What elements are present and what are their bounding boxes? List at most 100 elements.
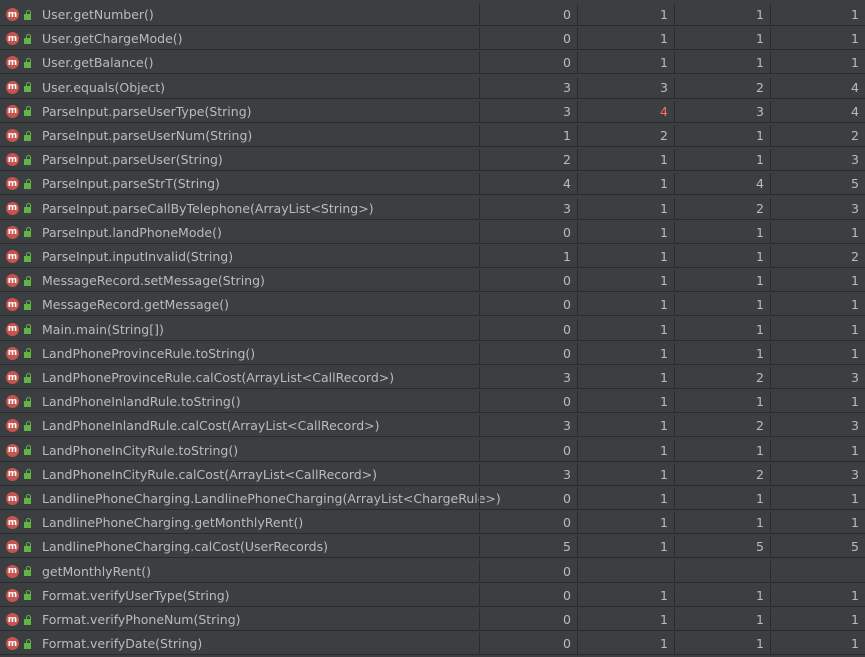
public-lock-icon bbox=[23, 445, 32, 456]
table-row[interactable]: m User.getBalance() 0 1 1 1 bbox=[0, 51, 865, 75]
public-lock-icon bbox=[23, 251, 32, 262]
table-row[interactable]: m LandlinePhoneCharging.calCost(UserRecor… bbox=[0, 535, 865, 559]
table-row[interactable]: m ParseInput.parseStrT(String) 4 1 4 5 bbox=[0, 172, 865, 196]
metric-value: 1 bbox=[674, 246, 770, 269]
metric-value: 1 bbox=[577, 512, 674, 535]
metric-value: 1 bbox=[770, 633, 865, 656]
public-lock-icon bbox=[23, 372, 32, 383]
method-name: ParseInput.parseUserNum(String) bbox=[42, 128, 253, 144]
metric-value: 1 bbox=[577, 246, 674, 269]
metric-value: 3 bbox=[479, 367, 577, 390]
table-row[interactable]: m User.getNumber() 0 1 1 1 bbox=[0, 3, 865, 27]
method-cell: m LandlinePhoneCharging.LandlinePhoneChar… bbox=[0, 488, 501, 511]
table-row[interactable]: m ParseInput.inputInvalid(String) 1 1 1 2 bbox=[0, 245, 865, 269]
method-name: LandPhoneInlandRule.calCost(ArrayList<Ca… bbox=[42, 418, 380, 434]
metric-value: 1 bbox=[770, 28, 865, 51]
metric-value: 1 bbox=[674, 28, 770, 51]
metric-value: 1 bbox=[577, 270, 674, 293]
method-icon: m bbox=[6, 371, 19, 385]
method-name: User.equals(Object) bbox=[42, 79, 165, 95]
table-row[interactable]: m Main.main(String[]) 0 1 1 1 bbox=[0, 318, 865, 342]
metric-value: 0 bbox=[479, 221, 577, 244]
table-row[interactable]: m MessageRecord.getMessage() 0 1 1 1 bbox=[0, 293, 865, 317]
public-lock-icon bbox=[23, 614, 32, 625]
public-lock-icon bbox=[23, 82, 32, 93]
table-row[interactable]: m LandPhoneInCityRule.toString() 0 1 1 1 bbox=[0, 439, 865, 463]
method-name: ParseInput.parseStrT(String) bbox=[42, 176, 220, 192]
method-icon: m bbox=[6, 129, 19, 143]
metric-value: 1 bbox=[577, 488, 674, 511]
metric-value: 2 bbox=[674, 197, 770, 220]
method-cell: m LandlinePhoneCharging.getMonthlyRent() bbox=[0, 512, 479, 535]
metric-value: 1 bbox=[674, 391, 770, 414]
table-row[interactable]: m Format.verifyUserType(String) 0 1 1 1 bbox=[0, 584, 865, 608]
table-row[interactable]: m Format.verifyDate(String) 0 1 1 1 bbox=[0, 632, 865, 656]
method-icon: m bbox=[6, 540, 19, 554]
table-row[interactable]: m LandPhoneInlandRule.calCost(ArrayList<C… bbox=[0, 414, 865, 438]
metric-value: 3 bbox=[479, 100, 577, 123]
table-row[interactable]: m ParseInput.parseCallByTelephone(ArrayLi… bbox=[0, 197, 865, 221]
metric-value: 3 bbox=[770, 149, 865, 172]
public-lock-icon bbox=[23, 517, 32, 528]
metric-value: 2 bbox=[674, 415, 770, 438]
method-name: ParseInput.landPhoneMode() bbox=[42, 224, 222, 240]
table-row[interactable]: m LandPhoneProvinceRule.calCost(ArrayList… bbox=[0, 366, 865, 390]
table-row[interactable]: m ParseInput.landPhoneMode() 0 1 1 1 bbox=[0, 221, 865, 245]
method-name: LandlinePhoneCharging.getMonthlyRent() bbox=[42, 515, 304, 531]
method-cell: m getMonthlyRent() bbox=[0, 561, 479, 583]
table-row[interactable]: m ParseInput.parseUserNum(String) 1 2 1 2 bbox=[0, 124, 865, 148]
public-lock-icon bbox=[23, 396, 32, 407]
metric-value: 2 bbox=[479, 149, 577, 172]
method-cell: m ParseInput.parseCallByTelephone(ArrayLi… bbox=[0, 198, 479, 220]
table-row[interactable]: m ParseInput.parseUser(String) 2 1 1 3 bbox=[0, 148, 865, 172]
metric-value: 1 bbox=[577, 173, 674, 196]
metric-value: 1 bbox=[770, 270, 865, 293]
method-icon: m bbox=[6, 104, 19, 118]
table-row[interactable]: m User.equals(Object) 3 3 2 4 bbox=[0, 76, 865, 100]
method-icon: m bbox=[6, 298, 19, 312]
table-row[interactable]: m LandPhoneProvinceRule.toString() 0 1 1 1 bbox=[0, 342, 865, 366]
public-lock-icon bbox=[23, 324, 32, 335]
public-lock-icon bbox=[23, 33, 32, 44]
table-row[interactable]: m Format.verifyPhoneNum(String) 0 1 1 1 bbox=[0, 608, 865, 632]
metric-value: 4 bbox=[674, 173, 770, 196]
table-row[interactable]: m LandPhoneInlandRule.toString() 0 1 1 1 bbox=[0, 390, 865, 414]
table-row[interactable]: m LandlinePhoneCharging.getMonthlyRent() 0… bbox=[0, 511, 865, 535]
method-name: LandlinePhoneCharging.LandlinePhoneCharg… bbox=[42, 491, 501, 507]
method-icon: m bbox=[6, 443, 19, 457]
metric-value: 3 bbox=[479, 76, 577, 99]
metric-value: 1 bbox=[770, 318, 865, 341]
table-row[interactable]: m LandPhoneInCityRule.calCost(ArrayList<C… bbox=[0, 463, 865, 487]
method-name: Format.verifyDate(String) bbox=[42, 636, 203, 652]
method-icon: m bbox=[6, 32, 19, 46]
method-cell: m ParseInput.parseUser(String) bbox=[0, 149, 479, 172]
method-icon: m bbox=[6, 395, 19, 409]
metric-value: 1 bbox=[577, 28, 674, 51]
method-icon: m bbox=[6, 516, 19, 530]
metric-value: 2 bbox=[674, 367, 770, 390]
table-row[interactable]: m getMonthlyRent() 0 bbox=[0, 560, 865, 584]
method-name: LandlinePhoneCharging.calCost(UserRecord… bbox=[42, 539, 328, 555]
method-name: User.getBalance() bbox=[42, 55, 154, 71]
metric-value: 3 bbox=[674, 100, 770, 123]
method-cell: m LandPhoneProvinceRule.toString() bbox=[0, 343, 479, 365]
metric-value: 1 bbox=[674, 270, 770, 293]
public-lock-icon bbox=[23, 566, 32, 577]
method-name: getMonthlyRent() bbox=[42, 563, 151, 579]
metric-value: 1 bbox=[674, 584, 770, 607]
table-row[interactable]: m MessageRecord.setMessage(String) 0 1 1 1 bbox=[0, 269, 865, 293]
metric-value: 0 bbox=[479, 318, 577, 341]
table-row[interactable]: m User.getChargeMode() 0 1 1 1 bbox=[0, 27, 865, 51]
method-name: ParseInput.inputInvalid(String) bbox=[42, 249, 234, 265]
metric-value: 0 bbox=[479, 28, 577, 51]
method-icon: m bbox=[6, 201, 19, 215]
metric-value: 3 bbox=[479, 463, 577, 486]
table-row[interactable]: m ParseInput.parseUserType(String) 3 4 3 4 bbox=[0, 100, 865, 124]
method-icon: m bbox=[6, 467, 19, 481]
metric-value: 1 bbox=[577, 52, 674, 75]
metric-value: 1 bbox=[577, 221, 674, 244]
table-row[interactable]: m LandlinePhoneCharging.LandlinePhoneChar… bbox=[0, 487, 865, 511]
metric-value: 1 bbox=[674, 125, 770, 148]
public-lock-icon bbox=[23, 420, 32, 431]
method-name: ParseInput.parseUserType(String) bbox=[42, 103, 252, 119]
